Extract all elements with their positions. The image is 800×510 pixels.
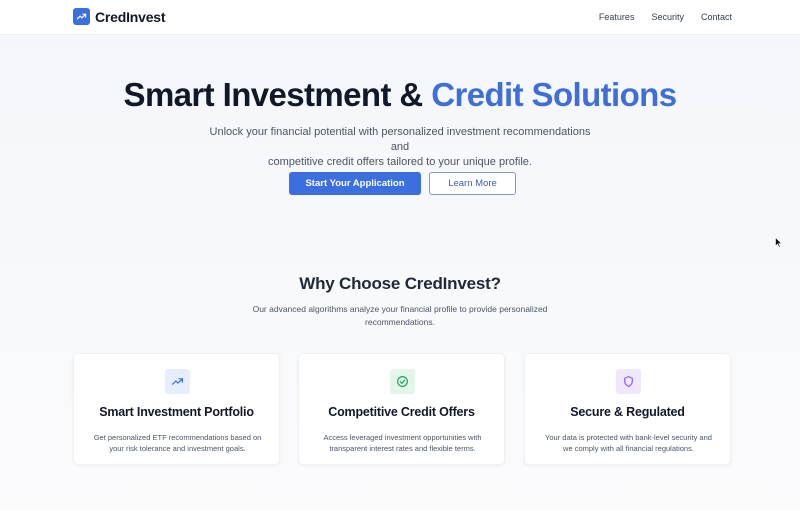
nav-links: Features Security Contact: [599, 12, 732, 22]
hero-title-main: Smart Investment &: [123, 76, 432, 113]
card-desc-line2: transparent interest rates and flexible …: [329, 444, 476, 453]
brand[interactable]: CredInvest: [73, 8, 166, 25]
features-subtitle: Our advanced algorithms analyze your fin…: [245, 303, 555, 329]
start-application-button[interactable]: Start Your Application: [289, 172, 421, 195]
hero-title: Smart Investment & Credit Solutions: [0, 76, 800, 114]
card-description: Get personalized ETF recommendations bas…: [86, 432, 269, 454]
hero-subtitle-line2: competitive credit offers tailored to yo…: [268, 156, 532, 168]
nav-link-features[interactable]: Features: [599, 12, 635, 22]
nav-link-contact[interactable]: Contact: [701, 12, 732, 22]
features-subtitle-line2: recommendations.: [365, 317, 435, 327]
card-title: Competitive Credit Offers: [328, 405, 475, 419]
trending-up-icon: [165, 369, 190, 394]
card-desc-line1: Get personalized ETF recommendations bas…: [93, 433, 262, 442]
card-desc-line1: Your data is protected with bank-level s…: [545, 433, 712, 442]
nav-link-security[interactable]: Security: [651, 12, 684, 22]
shield-icon: [616, 369, 641, 394]
hero-subtitle: Unlock your financial potential with per…: [200, 125, 600, 170]
navbar: CredInvest Features Security Contact: [0, 0, 800, 35]
feature-card-investment: Smart Investment Portfolio Get personali…: [73, 353, 280, 465]
card-title: Smart Investment Portfolio: [99, 405, 254, 419]
learn-more-button[interactable]: Learn More: [429, 172, 516, 195]
brand-name: CredInvest: [95, 8, 166, 25]
hero-subtitle-line1: Unlock your financial potential with per…: [209, 126, 591, 153]
card-desc-line2: we comply with all financial regulations…: [563, 444, 694, 453]
card-desc-line2: your risk tolerance and investment goals…: [109, 444, 246, 453]
features-title: Why Choose CredInvest?: [299, 274, 501, 293]
trending-up-icon: [73, 8, 90, 25]
features-subtitle-line1: Our advanced algorithms analyze your fin…: [252, 304, 548, 314]
card-description: Your data is protected with bank-level s…: [537, 432, 720, 454]
feature-card-security: Secure & Regulated Your data is protecte…: [524, 353, 731, 465]
card-desc-line1: Access leveraged investment opportunitie…: [323, 433, 482, 442]
hero-title-accent: Credit Solutions: [431, 76, 677, 113]
check-circle-icon: [390, 369, 415, 394]
mouse-pointer-icon: [775, 235, 783, 253]
feature-card-credit: Competitive Credit Offers Access leverag…: [298, 353, 505, 465]
card-title: Secure & Regulated: [570, 405, 685, 419]
card-description: Access leveraged investment opportunitie…: [311, 432, 494, 454]
